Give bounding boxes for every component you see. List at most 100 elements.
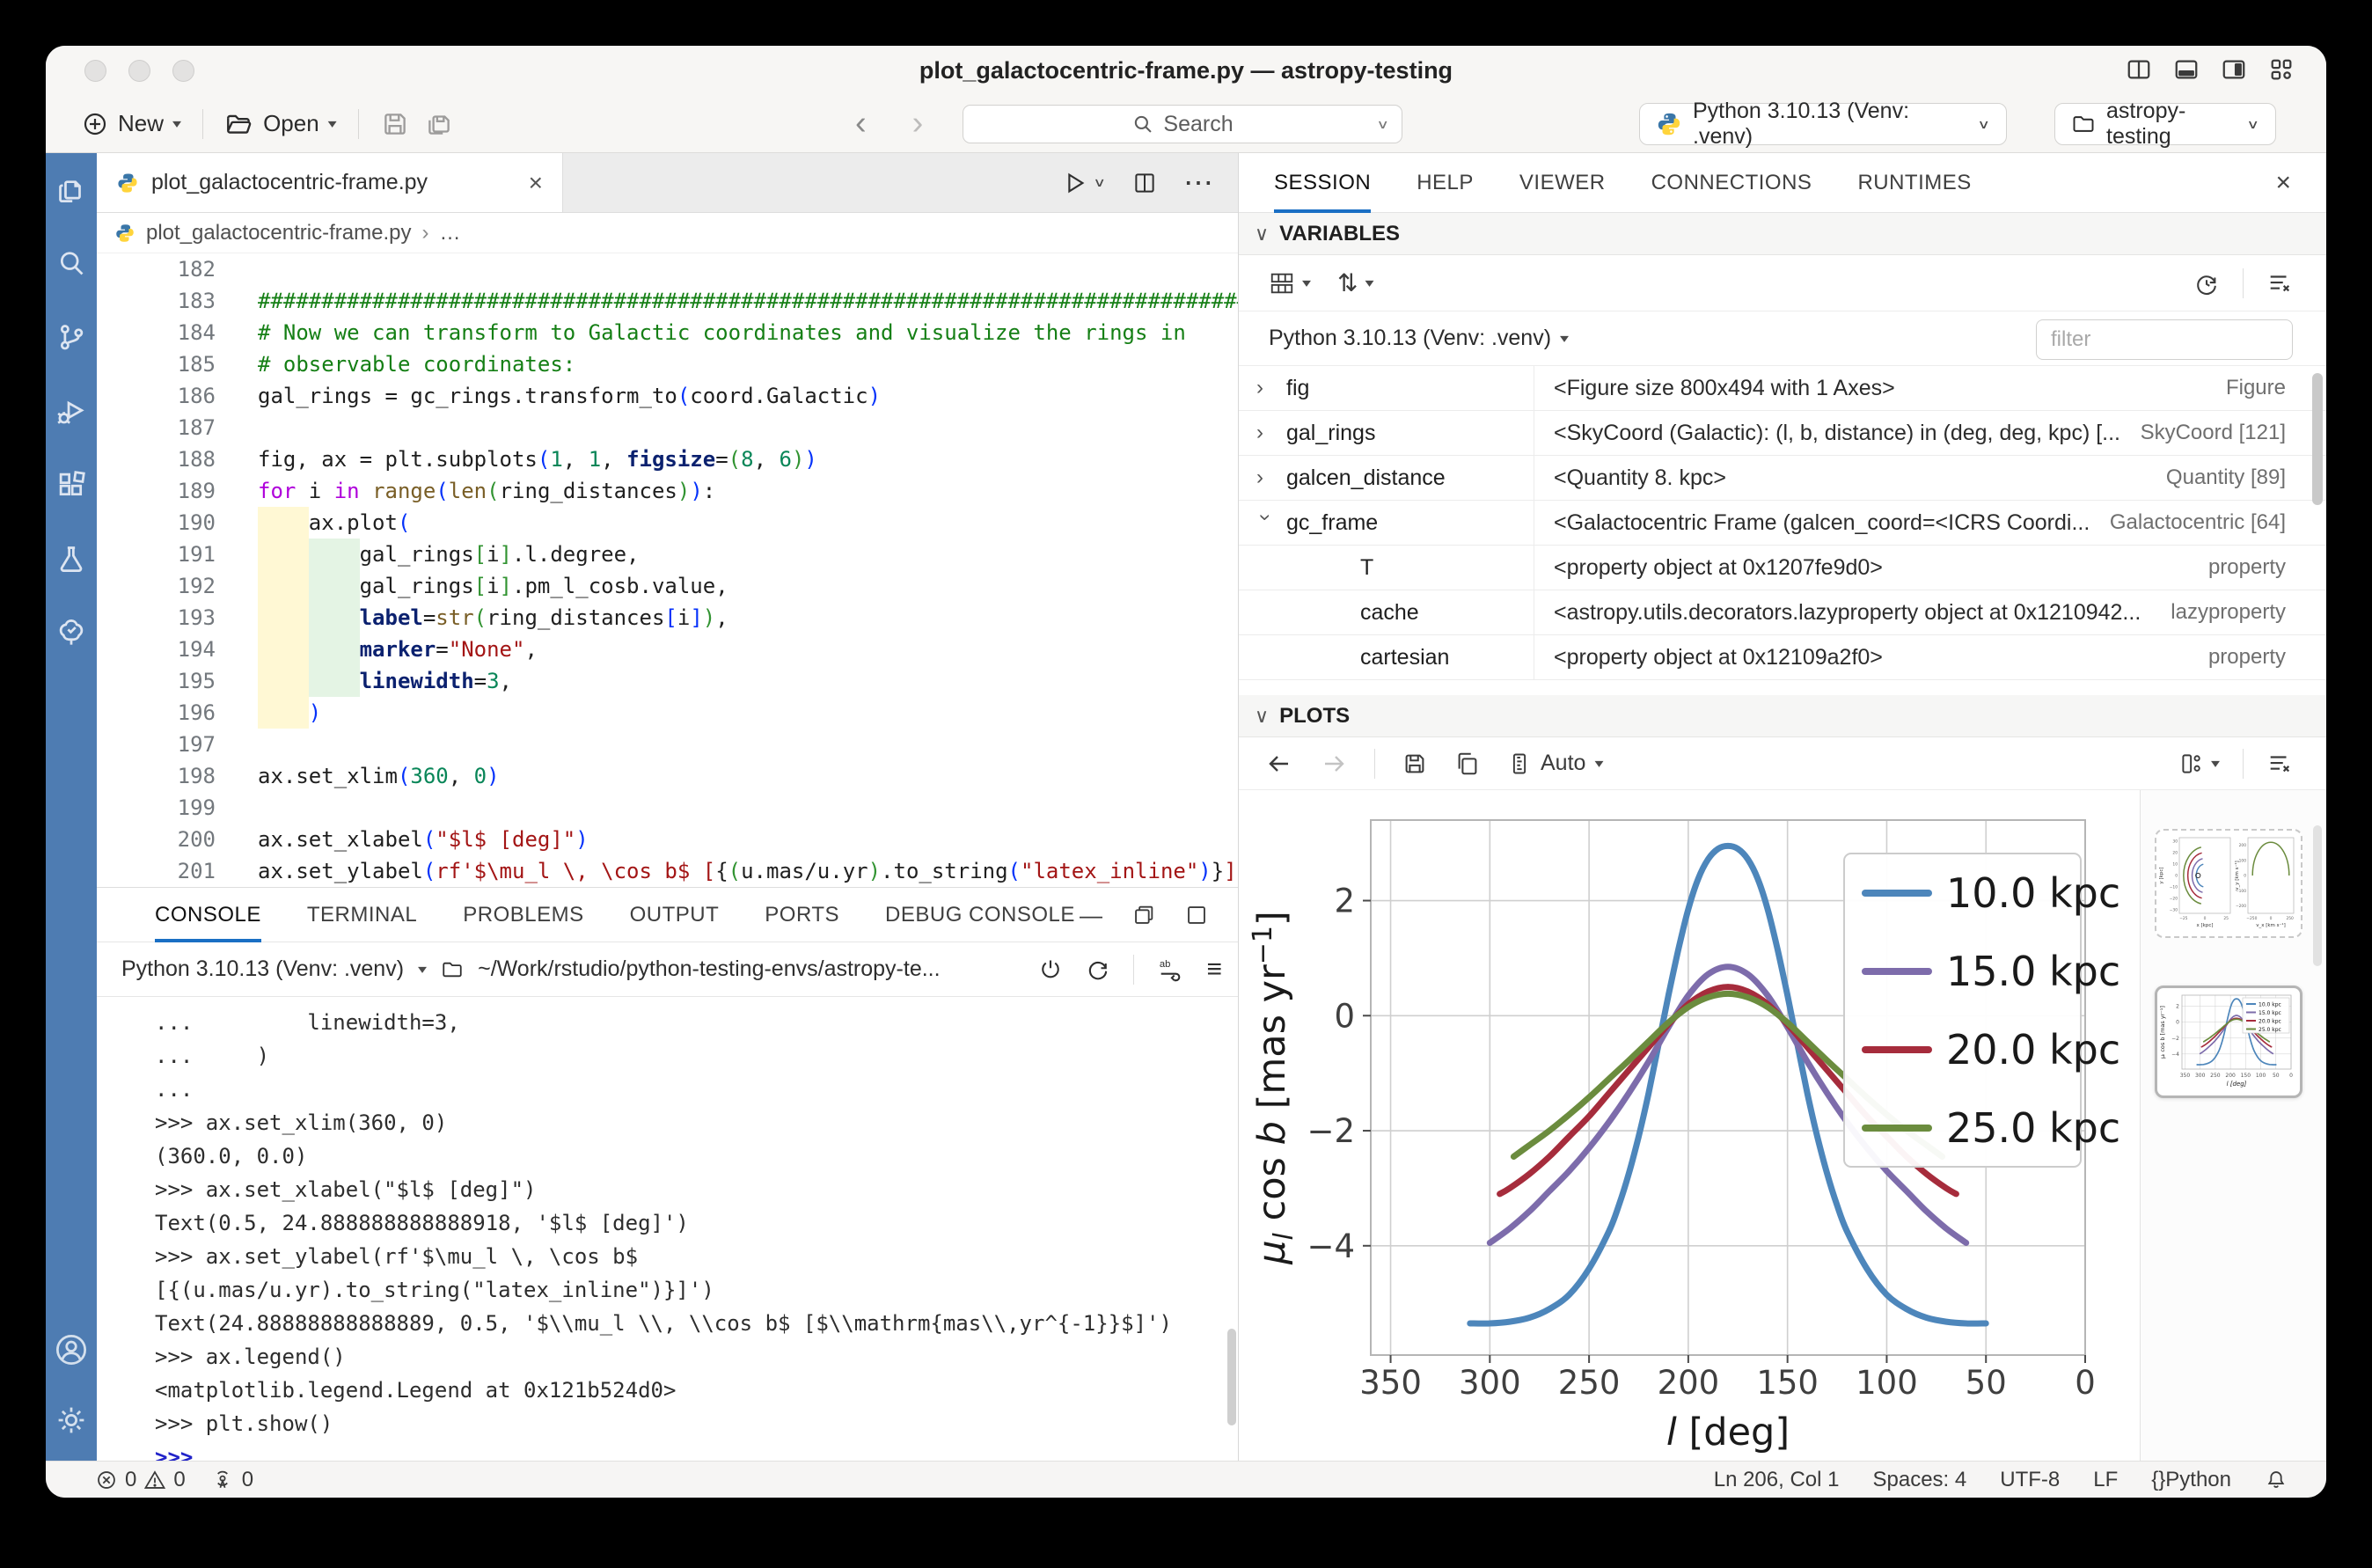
- minimize-panel-icon[interactable]: —: [1080, 902, 1102, 929]
- panel-bottom-icon[interactable]: [2173, 56, 2200, 83]
- eol-sequence[interactable]: LF: [2093, 1468, 2118, 1492]
- variable-row[interactable]: ›gal_rings<SkyCoord (Galactic): (l, b, d…: [1239, 411, 2326, 456]
- plot-sizing-selector[interactable]: Auto ▾: [1507, 751, 1603, 776]
- console-tab-terminal[interactable]: TERMINAL: [307, 888, 417, 942]
- problems-status[interactable]: 0 0: [95, 1468, 186, 1492]
- variable-row[interactable]: ›fig<Figure size 800x494 with 1 Axes>Fig…: [1239, 366, 2326, 411]
- shutdown-icon[interactable]: [1038, 957, 1063, 982]
- plot-thumbnail-current[interactable]: 350300250200150100500−4−202l [deg]μₗ cos…: [2155, 985, 2302, 1098]
- variable-row[interactable]: cartesian<property object at 0x12109a2f0…: [1239, 635, 2326, 680]
- variables-filter-input[interactable]: [2036, 319, 2293, 360]
- split-columns-icon[interactable]: [2126, 56, 2152, 83]
- environment-tree-icon[interactable]: [55, 616, 88, 649]
- restore-panel-icon[interactable]: [1132, 904, 1155, 927]
- variable-row[interactable]: cache<astropy.utils.decorators.lazyprope…: [1239, 590, 2326, 635]
- search-sidebar-icon[interactable]: [55, 246, 88, 280]
- plots-section-header[interactable]: ∨ PLOTS: [1239, 695, 2326, 737]
- breadcrumb[interactable]: plot_galactocentric-frame.py › …: [97, 213, 1238, 253]
- disclosure-icon[interactable]: ›: [1256, 376, 1274, 400]
- next-plot-icon[interactable]: [1320, 750, 1348, 778]
- console-tab-console[interactable]: CONSOLE: [155, 888, 261, 942]
- source-control-icon[interactable]: [55, 320, 88, 354]
- panel-tab-session[interactable]: SESSION: [1274, 153, 1371, 213]
- settings-gear-icon[interactable]: [54, 1403, 89, 1438]
- variables-session-label[interactable]: Python 3.10.13 (Venv: .venv): [1269, 326, 1551, 351]
- variable-row[interactable]: T<property object at 0x1207fe9d0>propert…: [1239, 546, 2326, 590]
- chevron-down-icon: ▾: [328, 116, 337, 132]
- panel-tab-runtimes[interactable]: RUNTIMES: [1857, 153, 1971, 213]
- clear-plots-icon[interactable]: [2266, 751, 2293, 777]
- zoom-window-icon[interactable]: [172, 60, 194, 82]
- close-tab-icon[interactable]: ×: [529, 169, 543, 197]
- console-menu-icon[interactable]: ≡: [1206, 955, 1222, 985]
- more-actions-icon[interactable]: ⋯: [1183, 165, 1213, 201]
- clear-variables-icon[interactable]: [2266, 270, 2293, 297]
- disclosure-icon[interactable]: ›: [1256, 421, 1274, 445]
- save-icon[interactable]: [380, 109, 410, 139]
- tab-plot-galactocentric-frame[interactable]: plot_galactocentric-frame.py ×: [97, 153, 563, 212]
- console-tab-debug-console[interactable]: DEBUG CONSOLE: [885, 888, 1075, 942]
- panel-tab-viewer[interactable]: VIEWER: [1519, 153, 1606, 213]
- variable-row[interactable]: ›gc_frame<Galactocentric Frame (galcen_c…: [1239, 501, 2326, 546]
- code-editor[interactable]: 182183##################################…: [97, 253, 1238, 887]
- plus-circle-icon: [81, 110, 109, 138]
- chevron-down-icon: ∨: [1977, 116, 1990, 132]
- explorer-icon[interactable]: [55, 172, 88, 206]
- plot-figure[interactable]: 350300250200150100500−4−202l [deg]μl cos…: [1239, 790, 2140, 1461]
- account-icon[interactable]: [54, 1332, 89, 1367]
- console-tab-ports[interactable]: PORTS: [765, 888, 839, 942]
- interpreter-selector[interactable]: Python 3.10.13 (Venv: .venv) ∨: [1639, 103, 2007, 145]
- save-all-icon[interactable]: [424, 109, 454, 139]
- maximize-panel-icon[interactable]: [1185, 904, 1208, 927]
- search-input[interactable]: Search ∨: [963, 105, 1402, 143]
- console-output[interactable]: ... linewidth=3,... )...>>> ax.set_xlim(…: [97, 997, 1226, 1461]
- language-mode[interactable]: {}Python: [2151, 1468, 2231, 1492]
- variables-section-header[interactable]: ∨ VARIABLES: [1239, 213, 2326, 255]
- refresh-variables-icon[interactable]: [2193, 270, 2220, 297]
- disclosure-icon[interactable]: ›: [1253, 514, 1278, 531]
- divider: [2243, 268, 2244, 298]
- restart-icon[interactable]: [1086, 957, 1110, 982]
- sort-icon[interactable]: ⇅▾: [1337, 268, 1374, 297]
- close-window-icon[interactable]: [84, 60, 106, 82]
- nav-back-icon[interactable]: ‹: [855, 105, 867, 143]
- plots-layout-icon[interactable]: ▾: [2179, 751, 2220, 776]
- nav-forward-icon[interactable]: ›: [912, 105, 924, 143]
- save-plot-icon[interactable]: [1402, 751, 1428, 777]
- close-panel-icon[interactable]: ×: [2275, 153, 2326, 213]
- traffic-lights[interactable]: [84, 60, 194, 82]
- chevron-down-icon: ∨: [1093, 175, 1106, 191]
- testing-icon[interactable]: [55, 542, 88, 575]
- group-by-icon[interactable]: ▾: [1269, 270, 1311, 297]
- cursor-position[interactable]: Ln 206, Col 1: [1714, 1468, 1840, 1492]
- console-tab-output[interactable]: OUTPUT: [630, 888, 720, 942]
- open-button-label: Open: [263, 110, 319, 137]
- extensions-icon[interactable]: [55, 468, 88, 502]
- notifications-bell-icon[interactable]: [2265, 1469, 2288, 1491]
- split-editor-icon[interactable]: [1132, 171, 1157, 195]
- disclosure-icon[interactable]: ›: [1256, 465, 1274, 490]
- panel-tab-help[interactable]: HELP: [1417, 153, 1474, 213]
- panel-tab-connections[interactable]: CONNECTIONS: [1651, 153, 1812, 213]
- plot-thumbnail-rings[interactable]: 3020100−10−20−30−25025y [kpc]x [kpc]2001…: [2155, 829, 2302, 938]
- console-tab-problems[interactable]: PROBLEMS: [463, 888, 583, 942]
- plots-scrollbar[interactable]: [2313, 825, 2322, 966]
- open-button[interactable]: Open ▾: [224, 109, 337, 139]
- workspace-selector[interactable]: astropy-testing ∨: [2054, 103, 2276, 145]
- encoding[interactable]: UTF-8: [2000, 1468, 2060, 1492]
- run-file-icon[interactable]: ∨: [1061, 170, 1106, 196]
- new-button[interactable]: New ▾: [81, 110, 181, 138]
- previous-plot-icon[interactable]: [1265, 750, 1293, 778]
- copy-plot-icon[interactable]: [1454, 751, 1481, 777]
- layout-customize-icon[interactable]: [2268, 56, 2295, 83]
- run-debug-icon[interactable]: [55, 394, 88, 428]
- console-scrollbar[interactable]: [1227, 1329, 1236, 1425]
- word-wrap-icon[interactable]: ab: [1157, 956, 1183, 983]
- indentation[interactable]: Spaces: 4: [1873, 1468, 1967, 1492]
- ports-status[interactable]: 0: [210, 1468, 253, 1492]
- variables-scrollbar[interactable]: [2312, 373, 2323, 505]
- panel-right-icon[interactable]: [2221, 56, 2247, 83]
- console-session-label[interactable]: Python 3.10.13 (Venv: .venv): [121, 956, 404, 982]
- minimize-window-icon[interactable]: [128, 60, 150, 82]
- variable-row[interactable]: ›galcen_distance<Quantity 8. kpc>Quantit…: [1239, 456, 2326, 501]
